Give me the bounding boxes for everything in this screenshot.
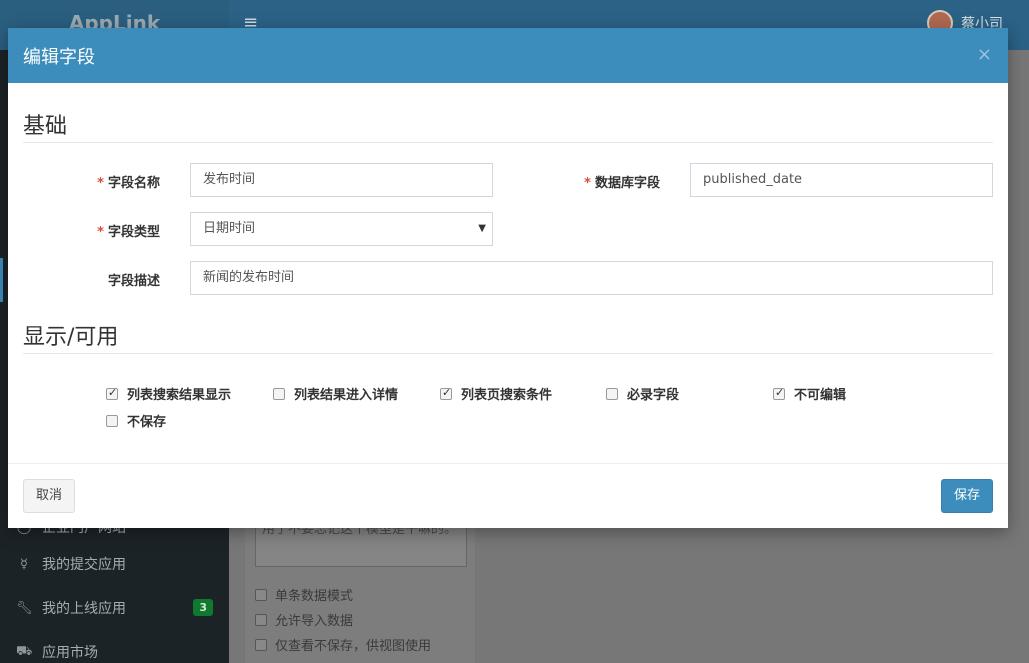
required-mark: * [97,176,104,191]
modal-title: 编辑字段 [23,46,95,68]
db-field-input[interactable]: published_date [690,163,993,197]
close-icon[interactable]: × [977,44,992,65]
divider [23,142,993,143]
required-mark: * [97,225,104,240]
sidebar-item-submitted-apps[interactable]: ☿ 我的提交应用 [0,542,229,586]
save-button[interactable]: 保存 [940,479,993,513]
checkbox-label: 仅查看不保存，供视图使用 [275,639,432,654]
bulb-icon: ☿ [20,556,28,572]
wrench-icon: 🔧︎ [16,600,33,616]
checkbox-label: 列表搜索结果显示 [127,388,232,403]
field-desc-label: 字段描述 [107,274,160,289]
allow-import-checkbox[interactable]: 允许导入数据 [255,610,353,629]
checkbox-list-search-display[interactable]: 列表搜索结果显示 [106,384,231,403]
field-type-label: * 字段类型 [97,225,160,240]
section-title-display: 显示/可用 [23,325,119,350]
checkbox-label: 允许导入数据 [275,614,354,629]
checkbox-not-editable[interactable]: 不可编辑 [773,384,846,403]
modal-header: 编辑字段 × [8,28,1008,83]
sidebar-item-label: 我的上线应用 [42,601,126,617]
sidebar-item-label: 应用市场 [42,645,98,661]
checkbox-box[interactable] [255,588,267,601]
field-desc-input[interactable]: 新闻的发布时间 [190,261,993,295]
select-value: 日期时间 [203,221,256,236]
checkbox-list-enter-detail[interactable]: 列表结果进入详情 [273,384,398,403]
cancel-button[interactable]: 取消 [23,479,76,513]
checkbox-box[interactable] [606,387,618,400]
checkbox-box[interactable] [255,638,267,651]
checkbox-label: 单条数据模式 [275,589,354,604]
modal-footer-divider [8,463,1008,464]
checkbox-label: 列表页搜索条件 [461,388,553,403]
section-title-basic: 基础 [23,114,68,139]
single-record-checkbox[interactable]: 单条数据模式 [255,585,353,604]
view-only-checkbox[interactable]: 仅查看不保存，供视图使用 [255,635,431,654]
checkbox-box[interactable] [440,386,452,400]
field-name-label: * 字段名称 [97,176,160,191]
checkbox-required-field[interactable]: 必录字段 [606,384,679,403]
sidebar-item-online-apps[interactable]: 🔧︎ 我的上线应用 3 [0,586,229,630]
divider [23,353,993,354]
checkbox-box[interactable] [773,386,785,400]
checkbox-list-search-condition[interactable]: 列表页搜索条件 [440,384,552,403]
field-name-input[interactable]: 发布时间 [190,163,493,197]
edit-field-modal: 编辑字段 × 基础 * 字段名称 发布时间 * 数据库字段 published_da… [8,28,1008,528]
checkbox-label: 列表结果进入详情 [294,388,399,403]
checkbox-box[interactable] [273,387,285,400]
checkbox-box[interactable] [106,386,118,400]
cart-icon: ⛟ [16,643,33,659]
checkbox-box[interactable] [106,414,118,427]
caret-down-icon: ▼ [478,223,486,234]
db-field-label: * 数据库字段 [584,176,660,191]
checkbox-label: 必录字段 [627,388,680,403]
sidebar-active-indicator [0,258,3,302]
checkbox-label: 不保存 [127,415,167,430]
checkbox-not-save[interactable]: 不保存 [106,411,166,430]
count-badge: 3 [193,599,213,616]
checkbox-label: 不可编辑 [794,388,847,403]
field-type-select[interactable]: 日期时间 ▼ [190,212,493,246]
sidebar-item-app-market[interactable]: ⛟ 应用市场 [0,630,229,663]
sidebar-item-label: 我的提交应用 [42,557,126,573]
required-mark: * [584,176,591,191]
checkbox-box[interactable] [255,613,267,626]
